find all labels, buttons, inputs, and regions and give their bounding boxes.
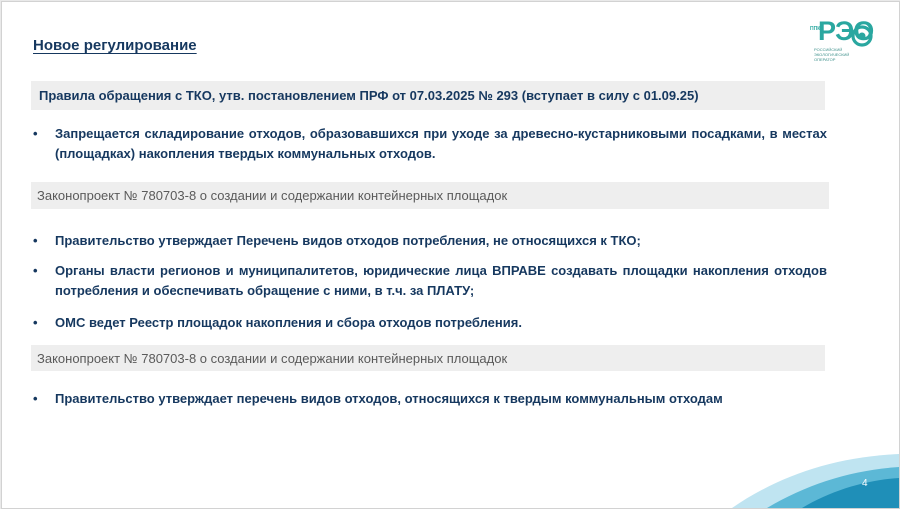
bullet-marker: • (33, 315, 38, 330)
list-item: • Правительство утверждает перечень видо… (33, 389, 823, 409)
section-header-text: Законопроект № 780703-8 о создании и сод… (37, 351, 508, 366)
section-header-rules: Правила обращения с ТКО, утв. постановле… (31, 81, 825, 110)
list-item-text: Правительство утверждает Перечень видов … (55, 233, 641, 248)
list-item-text: Правительство утверждает перечень видов … (55, 391, 723, 406)
list-item: • ОМС ведет Реестр площадок накопления и… (33, 313, 827, 333)
list-item: • Запрещается складирование отходов, обр… (33, 124, 827, 164)
logo-subtitle: РОССИЙСКИЙ ЭКОЛОГИЧЕСКИЙ ОПЕРАТОР (814, 47, 850, 62)
list-item: • Правительство утверждает Перечень видо… (33, 231, 827, 251)
decorative-wave-graphic (732, 454, 899, 508)
section-header-text: Законопроект № 780703-8 о создании и сод… (37, 188, 508, 203)
bullet-marker: • (33, 126, 38, 141)
logo-name: РЭО (818, 16, 874, 46)
bullet-marker: • (33, 391, 38, 406)
section-header-text: Правила обращения с ТКО, утв. постановле… (39, 88, 699, 103)
section-header-bill-second: Законопроект № 780703-8 о создании и сод… (31, 345, 825, 371)
bullet-marker: • (33, 263, 38, 278)
section-header-bill: Законопроект № 780703-8 о создании и сод… (31, 182, 829, 209)
list-item-text: Запрещается складирование отходов, образ… (55, 126, 827, 161)
page-number: 4 (862, 478, 868, 489)
list-item-text: ОМС ведет Реестр площадок накопления и с… (55, 315, 522, 330)
page-title: Новое регулирование (33, 37, 197, 54)
list-item: • Органы власти регионов и муниципалитет… (33, 261, 827, 301)
list-item-text: Органы власти регионов и муниципалитетов… (55, 263, 827, 298)
slide: ППК РЭО РОССИЙСКИЙ ЭКОЛОГИЧЕСКИЙ ОПЕРАТО… (1, 1, 900, 509)
bullet-marker: • (33, 233, 38, 248)
